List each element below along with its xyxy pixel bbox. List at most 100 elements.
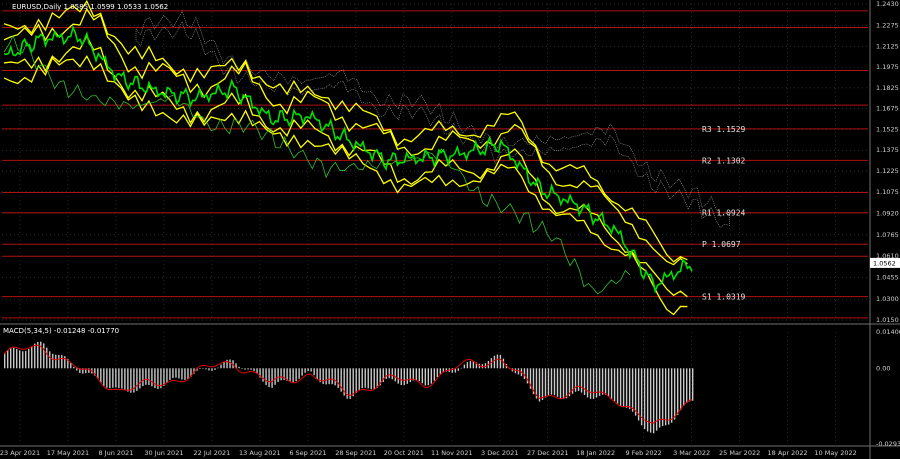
macd-bar	[619, 368, 622, 406]
macd-bar	[460, 367, 463, 369]
macd-bar	[247, 368, 249, 370]
macd-bar	[163, 368, 165, 386]
time-tick-label: 27 Dec 2021	[527, 449, 569, 457]
macd-bar	[238, 366, 240, 369]
macd-bar	[592, 368, 595, 399]
price-tick-label: 1.0765	[876, 231, 899, 239]
time-tick-label: 13 Aug 2021	[239, 449, 281, 457]
macd-bar	[469, 360, 472, 369]
macd-bar	[628, 368, 631, 410]
macd-bar	[121, 368, 123, 389]
price-tick-label: 1.2125	[876, 42, 899, 50]
macd-bar	[277, 368, 279, 383]
pivot-label-p: P 1.0697	[702, 240, 741, 249]
macd-bar	[4, 352, 6, 369]
macd-tick-label: 0.00	[876, 364, 890, 372]
macd-bar	[574, 368, 577, 392]
price-tick-label: 1.0455	[876, 274, 899, 282]
macd-bar	[613, 368, 616, 402]
pivot-labels: R3 1.1529 R2 1.1302 R1 1.0924 P 1.0697 S1 1.…	[702, 125, 746, 302]
macd-bar	[541, 368, 544, 400]
macd-bar	[367, 368, 369, 389]
macd-bar	[181, 368, 183, 380]
macd-bar	[262, 368, 264, 382]
time-tick-label: 17 May 2021	[47, 449, 89, 457]
macd-bar	[250, 368, 252, 370]
macd-bar	[634, 368, 637, 416]
macd-bar	[466, 362, 469, 369]
macd-bar	[658, 368, 661, 428]
macd-bar	[430, 368, 433, 384]
price-tick-label: 1.1675	[876, 105, 899, 113]
macd-bar	[43, 343, 45, 369]
macd-bar	[385, 368, 387, 379]
macd-bar	[493, 355, 496, 369]
chart-canvas: 1.0562 1.2430 1.2275 1.2125 1.1975 1.1825 1.1…	[0, 0, 900, 459]
macd-bar	[58, 354, 60, 369]
macd-bar	[589, 368, 592, 399]
macd-bar	[34, 343, 36, 369]
price-tick-label: 1.2275	[876, 21, 899, 29]
time-tick-label: 6 Sep 2021	[289, 449, 326, 457]
macd-bar	[400, 368, 402, 386]
symbol-header: EURUSD,Daily 1.0585 1.0599 1.0533 1.0562	[12, 3, 168, 11]
macd-bar	[202, 368, 204, 369]
macd-bar	[124, 368, 126, 390]
macd-bar	[376, 368, 378, 388]
macd-bar	[433, 368, 436, 381]
time-tick-label: 18 Apr 2022	[768, 449, 808, 457]
macd-bar	[100, 368, 102, 383]
macd-bar	[211, 368, 213, 371]
time-tick-label: 3 Mar 2022	[673, 449, 710, 457]
macd-bar	[148, 368, 150, 385]
macd-bar	[667, 368, 670, 425]
macd-bar	[142, 368, 144, 387]
macd-bar	[103, 368, 105, 386]
macd-bar	[550, 368, 553, 395]
macd-bar	[10, 348, 12, 369]
macd-bar	[55, 354, 57, 369]
macd-bar	[166, 368, 168, 383]
macd-bar	[76, 368, 78, 371]
price-tick-label: 1.1375	[876, 146, 899, 154]
time-tick-label: 22 Jul 2021	[194, 449, 231, 457]
macd-bar	[64, 356, 66, 369]
macd-bar	[109, 368, 111, 389]
macd-bar	[331, 368, 333, 385]
macd-bar	[298, 368, 300, 379]
chart-window: 1.0562 1.2430 1.2275 1.2125 1.1975 1.1825 1.1…	[0, 0, 900, 459]
macd-bar	[664, 368, 667, 426]
macd-bar	[373, 368, 375, 390]
macd-bar	[352, 368, 354, 397]
macd-bar	[394, 368, 396, 382]
macd-bar	[436, 368, 439, 378]
lagging-span	[3, 34, 631, 295]
macd-bar	[616, 368, 619, 404]
macd-tick-label: -0.02935	[876, 440, 900, 448]
macd-bar	[229, 359, 231, 369]
macd-bar	[217, 367, 219, 369]
macd-bar	[337, 368, 339, 388]
macd-bar	[313, 368, 315, 376]
macd-bar	[334, 368, 336, 386]
macd-bar	[679, 368, 682, 411]
pivot-label-s1: S1 1.0319	[702, 293, 746, 302]
macd-bar	[265, 368, 267, 386]
macd-bar	[307, 368, 309, 372]
macd-bar	[349, 368, 351, 399]
macd-bar	[388, 368, 390, 379]
macd-bar	[577, 368, 580, 392]
macd-bar	[325, 368, 327, 385]
macd-bar	[472, 361, 475, 369]
macd-bar	[304, 368, 306, 373]
price-tick-label: 1.0610	[876, 252, 899, 260]
time-tick-label: 25 Mar 2022	[719, 449, 760, 457]
price-tick-label: 1.0150	[876, 316, 899, 324]
macd-tick-label: 0.01406	[876, 328, 900, 336]
macd-bar	[25, 350, 27, 369]
price-tick-label: 1.1225	[876, 167, 899, 175]
macd-bar	[136, 368, 138, 391]
macd-bar	[16, 348, 18, 369]
macd-bar	[13, 347, 15, 369]
macd-bar	[439, 368, 442, 375]
